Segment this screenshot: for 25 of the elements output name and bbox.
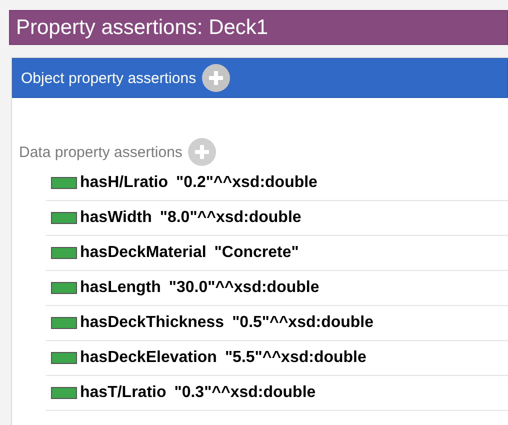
property-value: "30.0"^^xsd:double <box>168 279 320 297</box>
data-property-icon <box>51 387 77 399</box>
property-value: "8.0"^^xsd:double <box>160 209 302 227</box>
property-value: "0.2"^^xsd:double <box>176 174 318 192</box>
property-value: "Concrete" <box>214 244 299 262</box>
property-name[interactable]: hasDeckMaterial <box>80 244 206 262</box>
add-icon[interactable] <box>202 64 230 92</box>
property-value: "5.5"^^xsd:double <box>224 349 366 367</box>
data-property-icon <box>51 212 77 224</box>
data-property-icon <box>51 317 77 329</box>
data-property-icon <box>51 352 77 364</box>
property-value: "0.3"^^xsd:double <box>174 384 316 402</box>
panel-title: Property assertions: Deck1 <box>9 10 508 45</box>
property-name[interactable]: hasT/Lratio <box>80 384 166 402</box>
property-name[interactable]: hasDeckElevation <box>80 349 217 367</box>
property-name[interactable]: hasDeckThickness <box>80 314 224 332</box>
property-name[interactable]: hasH/Lratio <box>80 174 168 192</box>
property-name[interactable]: hasLength <box>80 279 161 297</box>
data-property-icon <box>51 247 77 259</box>
property-name[interactable]: hasWidth <box>80 209 152 227</box>
data-property-icon <box>51 177 77 189</box>
section-label: Data property assertions <box>19 144 182 160</box>
section-label: Object property assertions <box>21 70 196 86</box>
data-property-icon <box>51 282 77 294</box>
property-value: "0.5"^^xsd:double <box>232 314 374 332</box>
